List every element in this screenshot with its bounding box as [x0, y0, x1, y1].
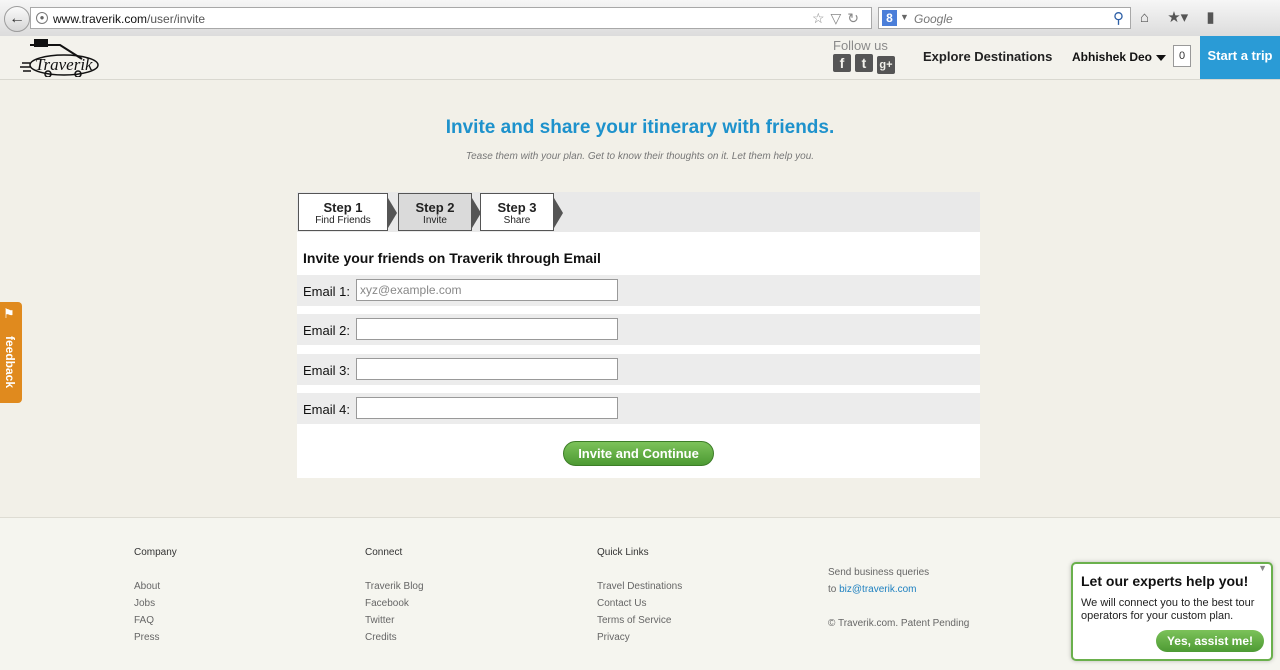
search-icon[interactable]: ⚲: [1113, 9, 1124, 27]
bookmark-star-icon[interactable]: ☆▽↻: [812, 10, 865, 27]
email-row: Email 3:: [297, 354, 980, 385]
email-label: Email 4:: [303, 402, 350, 417]
feedback-label: feedback: [3, 336, 17, 389]
email-label: Email 1:: [303, 284, 350, 299]
footer-link-faq[interactable]: FAQ: [134, 615, 177, 626]
expert-help-popup: ▼ Let our experts help you! We will conn…: [1071, 562, 1273, 661]
site-header: Traverik Follow us f t g+ Explore Destinat…: [0, 36, 1280, 80]
invite-continue-button[interactable]: Invite and Continue: [563, 441, 714, 466]
explore-destinations-link[interactable]: Explore Destinations: [923, 49, 1052, 64]
twitter-icon[interactable]: t: [855, 54, 873, 72]
browser-toolbar: ← ● www.traverik.com/user/invite ☆▽↻ 8 ▼…: [0, 0, 1280, 37]
browser-buttons: ⌂ ★▾ ▮: [1140, 8, 1229, 26]
footer-company: Company About Jobs FAQ Press: [134, 547, 177, 649]
follow-label: Follow us: [833, 38, 888, 53]
email-1-field[interactable]: [356, 279, 618, 301]
steps-bar: Step 1 Find Friends Step 2 Invite Step 3…: [297, 192, 980, 232]
footer-business: Send business queries to biz@traverik.co…: [828, 564, 969, 632]
footer-heading: Quick Links: [597, 547, 649, 558]
footer-link-terms[interactable]: Terms of Service: [597, 615, 682, 626]
user-menu[interactable]: Abhishek Deo: [1072, 50, 1167, 64]
step-share[interactable]: Step 3 Share: [480, 193, 563, 231]
email-4-field[interactable]: [356, 397, 618, 419]
footer-link-jobs[interactable]: Jobs: [134, 598, 177, 609]
back-arrow-icon[interactable]: ←: [4, 6, 30, 32]
footer-heading: Company: [134, 547, 177, 558]
footer-link-privacy[interactable]: Privacy: [597, 632, 682, 643]
follow-us: Follow us f t g+: [833, 38, 903, 74]
footer-link-contact[interactable]: Contact Us: [597, 598, 682, 609]
footer-connect: Connect Traverik Blog Facebook Twitter C…: [365, 547, 424, 649]
form-heading: Invite your friends on Traverik through …: [303, 250, 601, 266]
footer-link-credits[interactable]: Credits: [365, 632, 424, 643]
business-email-link[interactable]: biz@traverik.com: [839, 584, 916, 595]
email-label: Email 2:: [303, 323, 350, 338]
step-find-friends[interactable]: Step 1 Find Friends: [298, 193, 397, 231]
business-line: Send business queries: [828, 567, 930, 578]
traverik-logo[interactable]: Traverik: [20, 39, 100, 77]
notification-count[interactable]: 0: [1173, 45, 1191, 67]
email-label: Email 3:: [303, 363, 350, 378]
address-bar[interactable]: ● www.traverik.com/user/invite ☆▽↻: [30, 7, 872, 29]
addon-icon[interactable]: ▮: [1206, 8, 1214, 26]
business-to: to: [828, 584, 840, 595]
caret-down-icon: [1156, 54, 1167, 61]
email-2-field[interactable]: [356, 318, 618, 340]
chevron-down-icon[interactable]: ▼: [900, 12, 909, 22]
megaphone-icon: ⚑: [3, 306, 15, 321]
globe-icon: ●: [36, 12, 48, 24]
collapse-icon[interactable]: ▼: [1258, 563, 1267, 573]
search-placeholder: Google: [914, 12, 953, 26]
facebook-icon[interactable]: f: [833, 54, 851, 72]
email-row: Email 1:: [297, 275, 980, 306]
browser-search-input[interactable]: 8 ▼ Google ⚲: [878, 7, 1131, 29]
svg-text:Traverik: Traverik: [35, 55, 93, 74]
footer-heading: Connect: [365, 547, 403, 558]
footer-link-twitter[interactable]: Twitter: [365, 615, 424, 626]
copyright: © Traverik.com. Patent Pending: [828, 618, 970, 629]
footer-link-about[interactable]: About: [134, 581, 177, 592]
start-trip-button[interactable]: Start a trip: [1200, 36, 1280, 79]
bookmarks-icon[interactable]: ★▾: [1167, 8, 1188, 26]
footer-link-destinations[interactable]: Travel Destinations: [597, 581, 682, 592]
page-subtitle: Tease them with your plan. Get to know t…: [465, 151, 815, 162]
footer-quick-links: Quick Links Travel Destinations Contact …: [597, 547, 682, 649]
expert-text: We will connect you to the best tour ope…: [1081, 597, 1255, 622]
step-invite[interactable]: Step 2 Invite: [398, 193, 481, 231]
footer-link-facebook[interactable]: Facebook: [365, 598, 424, 609]
page-title: Invite and share your itinerary with fri…: [445, 117, 835, 138]
email-3-field[interactable]: [356, 358, 618, 380]
email-row: Email 4:: [297, 393, 980, 424]
googleplus-icon[interactable]: g+: [877, 56, 895, 74]
url-text: www.traverik.com/user/invite: [53, 12, 206, 26]
footer-link-press[interactable]: Press: [134, 632, 177, 643]
google-icon: 8: [882, 10, 897, 26]
footer-link-blog[interactable]: Traverik Blog: [365, 581, 424, 592]
home-icon[interactable]: ⌂: [1140, 9, 1149, 26]
invite-panel: Step 1 Find Friends Step 2 Invite Step 3…: [297, 192, 980, 478]
email-row: Email 2:: [297, 314, 980, 345]
feedback-tab[interactable]: ⚑ feedback: [0, 302, 22, 403]
expert-title: Let our experts help you!: [1081, 573, 1249, 589]
assist-me-button[interactable]: Yes, assist me!: [1156, 630, 1264, 652]
